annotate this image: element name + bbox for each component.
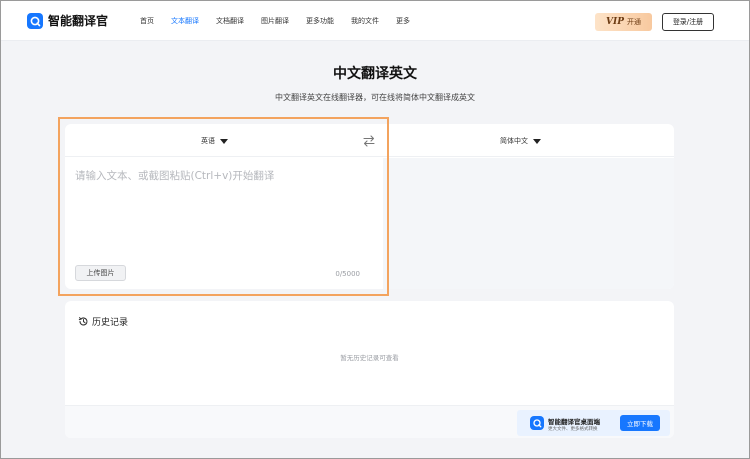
desktop-promo-card: 智能翻译官桌面端 更大文件、更多格式转换 立即下载 — [517, 410, 670, 436]
nav-item-more-features[interactable]: 更多功能 — [306, 16, 334, 26]
swap-arrows-icon[interactable] — [362, 134, 376, 148]
top-navbar: 智能翻译官 首页 文本翻译 文档翻译 图片翻译 更多功能 我的文件 更多 VIP… — [1, 1, 749, 41]
nav-item-home[interactable]: 首页 — [140, 16, 154, 26]
promo-title: 智能翻译官桌面端 — [548, 418, 600, 426]
login-register-button[interactable]: 登录/注册 — [662, 13, 714, 31]
page-title: 中文翻译英文 — [333, 66, 417, 82]
char-count-limit: /5000 — [339, 270, 360, 278]
target-language-select[interactable]: 简体中文 — [500, 136, 541, 146]
upload-image-button[interactable]: 上传图片 — [75, 265, 126, 281]
brand-logo[interactable]: 智能翻译官 — [27, 12, 108, 29]
promo-subtitle: 更大文件、更多格式转换 — [548, 427, 598, 432]
download-now-button[interactable]: 立即下载 — [620, 415, 660, 431]
nav-item-image-translate[interactable]: 图片翻译 — [261, 16, 289, 26]
desktop-promo-bar: 智能翻译官桌面端 更大文件、更多格式转换 立即下载 — [65, 405, 674, 438]
nav-item-more[interactable]: 更多 — [396, 16, 410, 26]
history-header: 历史记录 — [78, 315, 128, 328]
language-bar: 英语 简体中文 — [65, 124, 674, 157]
char-counter: 0/5000 — [335, 270, 360, 278]
source-text-input[interactable] — [75, 168, 363, 238]
history-panel: 历史记录 暂无历史记录可查看 智能翻译官桌面端 更大文件、更多格式转换 立即下载 — [65, 301, 674, 438]
translate-logo-icon — [27, 12, 43, 29]
vip-open-button[interactable]: VIP 开通 — [595, 13, 652, 31]
translate-logo-icon — [530, 416, 544, 430]
history-title: 历史记录 — [92, 318, 129, 328]
nav-item-text-translate[interactable]: 文本翻译 — [171, 16, 199, 26]
brand-name: 智能翻译官 — [48, 14, 109, 28]
vip-badge: VIP — [606, 17, 624, 27]
source-input-area: 上传图片 0/5000 — [69, 160, 370, 284]
page-subtitle: 中文翻译英文在线翻译器，可在线将简体中文翻译成英文 — [275, 93, 475, 102]
source-language-select[interactable]: 英语 — [201, 136, 228, 146]
history-clock-icon — [78, 317, 88, 326]
history-empty-text: 暂无历史记录可查看 — [340, 354, 399, 362]
caret-down-icon — [220, 138, 228, 144]
nav-item-doc-translate[interactable]: 文档翻译 — [216, 16, 244, 26]
translator-card: 英语 简体中文 上传图片 0/5000 — [65, 124, 674, 289]
nav-item-my-files[interactable]: 我的文件 — [351, 16, 379, 26]
main-nav: 首页 文本翻译 文档翻译 图片翻译 更多功能 我的文件 更多 — [140, 16, 427, 26]
caret-down-icon — [533, 138, 541, 144]
source-language-label: 英语 — [201, 137, 215, 145]
target-language-label: 简体中文 — [500, 137, 528, 145]
vip-open-label: 开通 — [626, 18, 641, 26]
translation-output-area — [383, 158, 674, 289]
